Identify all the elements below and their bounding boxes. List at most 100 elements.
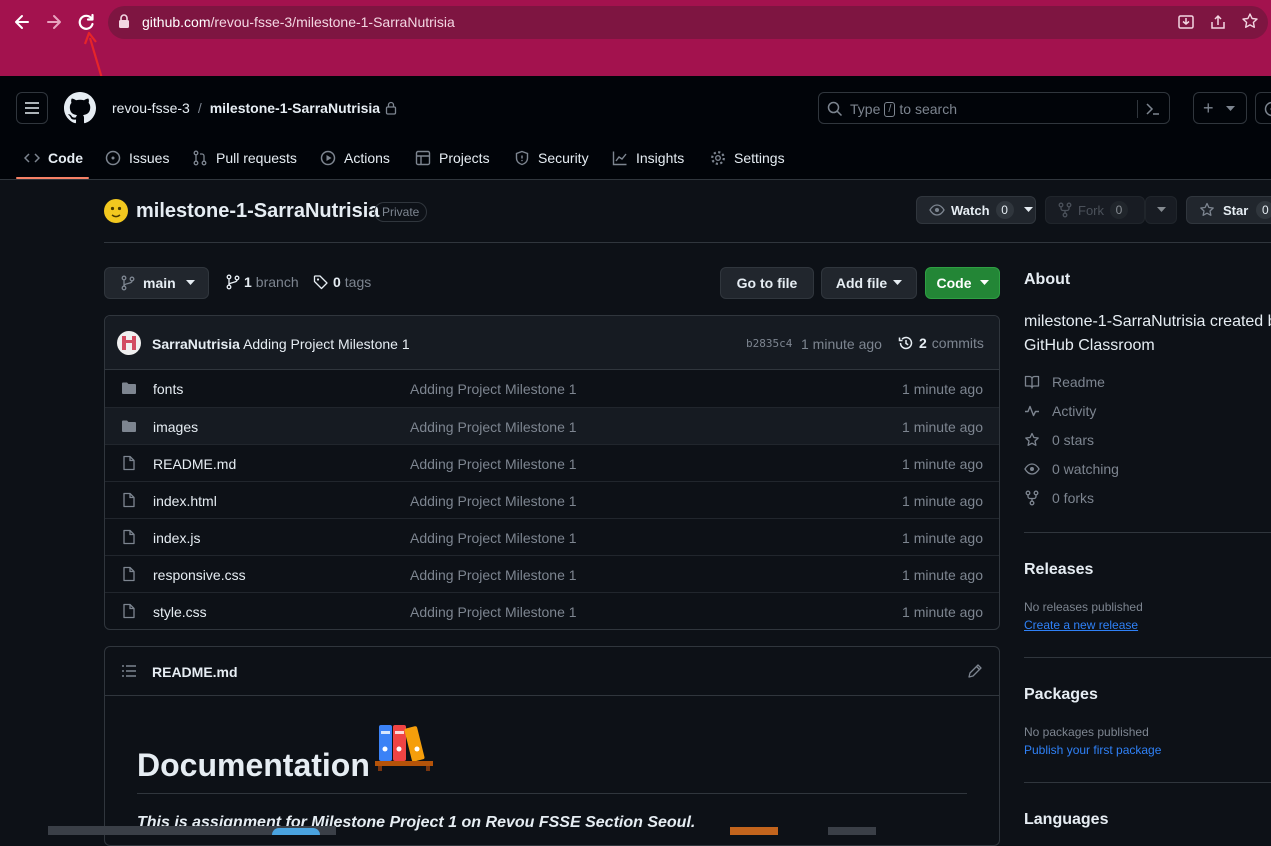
back-icon[interactable]	[12, 12, 32, 32]
file-icon	[121, 566, 137, 582]
issue-icon	[1264, 101, 1271, 117]
commits-history-link[interactable]: 2 commits	[898, 335, 984, 351]
taskbar-app-icon[interactable]	[828, 827, 876, 835]
branches-link[interactable]: 1 branch	[226, 274, 299, 290]
gear-icon	[710, 150, 726, 166]
about-title: About	[1024, 271, 1070, 289]
file-row-index-html[interactable]: index.html Adding Project Milestone 1 1 …	[105, 481, 999, 518]
fork-icon	[1024, 490, 1040, 506]
chevron-down-icon	[1024, 207, 1033, 213]
file-row-index-js[interactable]: index.js Adding Project Milestone 1 1 mi…	[105, 518, 999, 555]
pulse-icon	[1024, 403, 1040, 419]
private-lock-icon	[385, 101, 397, 115]
tab-actions[interactable]: Actions	[320, 148, 390, 168]
chevron-down-icon	[186, 280, 195, 286]
fork-button[interactable]: Fork 0	[1045, 196, 1145, 224]
file-icon	[121, 529, 137, 545]
about-activity-link[interactable]: Activity	[1024, 403, 1096, 419]
taskbar-app-icon[interactable]	[272, 828, 320, 835]
about-watching-link[interactable]: 0 watching	[1024, 461, 1119, 477]
about-readme-link[interactable]: Readme	[1024, 374, 1105, 390]
latest-commit-row: SarraNutrisia Adding Project Milestone 1…	[105, 316, 999, 370]
bookmark-star-icon[interactable]	[1241, 12, 1259, 30]
file-icon	[121, 603, 137, 619]
search-divider	[1137, 100, 1138, 118]
commit-message[interactable]: Adding Project Milestone 1	[243, 336, 410, 352]
history-icon	[898, 335, 914, 351]
branch-icon	[226, 274, 240, 290]
create-new-button[interactable]: +	[1193, 92, 1247, 124]
fork-dropdown-button[interactable]	[1145, 196, 1177, 224]
sidebar-divider	[1024, 532, 1271, 533]
star-button[interactable]: Star 0	[1186, 196, 1271, 224]
branch-select-button[interactable]: main	[104, 267, 209, 299]
pencil-icon[interactable]	[967, 663, 983, 679]
install-app-icon[interactable]	[1177, 13, 1195, 31]
file-list: SarraNutrisia Adding Project Milestone 1…	[104, 315, 1000, 630]
commit-author[interactable]: SarraNutrisia	[152, 336, 240, 352]
shield-icon	[514, 150, 530, 166]
watch-count: 0	[996, 201, 1014, 219]
breadcrumb-repo[interactable]: milestone-1-SarraNutrisia	[210, 100, 380, 116]
file-row-responsive-css[interactable]: responsive.css Adding Project Milestone …	[105, 555, 999, 592]
breadcrumb-owner[interactable]: revou-fsse-3	[112, 100, 190, 116]
forward-icon[interactable]	[44, 12, 64, 32]
tab-insights[interactable]: Insights	[612, 148, 684, 168]
binders-icon	[375, 719, 433, 773]
readme-header: README.md	[105, 647, 999, 696]
add-file-button[interactable]: Add file	[821, 267, 917, 299]
file-row-fonts[interactable]: fonts Adding Project Milestone 1 1 minut…	[105, 370, 999, 407]
lock-icon	[118, 14, 130, 28]
about-forks-link[interactable]: 0 forks	[1024, 490, 1094, 506]
title-divider	[104, 242, 1271, 243]
packages-title[interactable]: Packages	[1024, 686, 1098, 704]
tab-code[interactable]: Code	[24, 148, 83, 168]
command-palette-icon[interactable]	[1145, 102, 1161, 116]
tab-issues[interactable]: Issues	[105, 148, 169, 168]
visibility-badge: Private	[374, 202, 427, 222]
repo-title[interactable]: milestone-1-SarraNutrisia	[136, 200, 379, 223]
fork-count: 0	[1110, 201, 1128, 219]
eye-icon	[1024, 461, 1040, 477]
tab-settings[interactable]: Settings	[710, 148, 785, 168]
watch-button[interactable]: Watch 0	[916, 196, 1036, 224]
readme-filename[interactable]: README.md	[152, 664, 238, 680]
github-logo-icon[interactable]	[64, 92, 96, 124]
file-row-readme[interactable]: README.md Adding Project Milestone 1 1 m…	[105, 444, 999, 481]
fork-icon	[1058, 202, 1072, 218]
readme-heading: Documentation	[137, 747, 370, 784]
hamburger-icon	[25, 102, 39, 114]
tab-projects[interactable]: Projects	[415, 148, 490, 168]
issues-shortcut-button[interactable]	[1255, 92, 1271, 124]
releases-title[interactable]: Releases	[1024, 561, 1093, 579]
star-count: 0	[1256, 201, 1271, 219]
outline-list-icon[interactable]	[122, 665, 136, 677]
author-avatar[interactable]	[117, 331, 141, 355]
pull-request-icon	[192, 150, 208, 166]
sidebar-divider	[1024, 782, 1271, 783]
create-release-link[interactable]: Create a new release	[1024, 618, 1138, 632]
commit-sha[interactable]: b2835c4	[746, 337, 792, 350]
chevron-down-icon	[980, 280, 989, 286]
packages-empty-text: No packages published	[1024, 725, 1149, 739]
reload-icon[interactable]	[76, 12, 96, 32]
tag-icon	[313, 274, 329, 290]
tags-link[interactable]: 0 tags	[313, 274, 371, 290]
graph-icon	[612, 150, 628, 166]
code-dropdown-button[interactable]: Code	[925, 267, 1000, 299]
url-text: github.com/revou-fsse-3/milestone-1-Sarr…	[142, 14, 455, 30]
file-icon	[121, 455, 137, 471]
publish-package-link[interactable]: Publish your first package	[1024, 743, 1161, 757]
about-stars-link[interactable]: 0 stars	[1024, 432, 1094, 448]
menu-button[interactable]	[16, 92, 48, 124]
file-row-images[interactable]: images Adding Project Milestone 1 1 minu…	[105, 407, 999, 444]
taskbar-app-icon[interactable]	[730, 827, 778, 835]
share-icon[interactable]	[1209, 13, 1227, 31]
tab-pull-requests[interactable]: Pull requests	[192, 148, 297, 168]
search-input[interactable]: Type / to search	[818, 92, 1170, 124]
go-to-file-button[interactable]: Go to file	[720, 267, 814, 299]
file-row-style-css[interactable]: style.css Adding Project Milestone 1 1 m…	[105, 592, 999, 629]
chevron-down-icon	[893, 280, 902, 286]
tab-security[interactable]: Security	[514, 148, 589, 168]
search-placeholder: Type / to search	[850, 101, 957, 117]
